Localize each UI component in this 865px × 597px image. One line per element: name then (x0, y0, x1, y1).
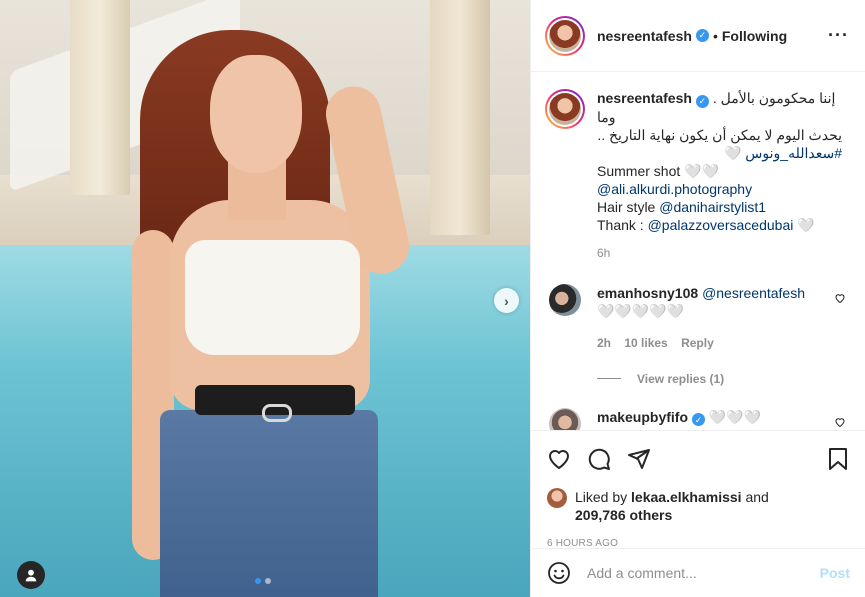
model-face (210, 55, 302, 173)
more-horizontal-icon[interactable]: ··· (828, 25, 849, 46)
post-actions: Liked by lekaa.elkhamissi and 209,786 ot… (531, 432, 865, 549)
belt-buckle (262, 404, 292, 422)
liked-by-user[interactable]: lekaa.elkhamissi (631, 489, 742, 505)
separator: • (712, 27, 718, 44)
caption-avatar[interactable] (545, 89, 585, 129)
comment-avatar[interactable] (549, 283, 581, 316)
avatar[interactable] (545, 15, 585, 56)
column-left (70, 0, 130, 195)
comment-text: 🤍🤍🤍 (708, 408, 762, 425)
caption-text-line2: يحدث اليوم لا يمكن أن يكون نهاية التاريخ… (597, 126, 842, 143)
carousel-dot (255, 578, 261, 584)
comment-username[interactable]: emanhosny108 (597, 285, 698, 301)
liked-by-and: and (741, 489, 769, 505)
share-send-icon[interactable] (627, 447, 651, 471)
verified-icon: ✓ (695, 29, 709, 42)
tagged-users-button[interactable] (17, 561, 45, 589)
post-header: nesreentafesh ✓ • Following ··· (531, 0, 865, 72)
white-top (185, 240, 360, 355)
user-icon (25, 569, 37, 582)
comment: makeupbyfifo ✓ 🤍🤍🤍 (545, 407, 850, 430)
caption-hashtag[interactable]: #سعدالله_ونوس 🤍 (597, 144, 842, 162)
comment-text: 🤍🤍🤍🤍🤍 (597, 302, 685, 319)
view-replies-label: View replies (1) (637, 371, 725, 386)
following-button[interactable]: Following (722, 28, 787, 44)
caption-summer: Summer shot 🤍🤍 (597, 162, 720, 179)
post-button[interactable]: Post (820, 565, 850, 581)
jeans (160, 410, 378, 597)
bookmark-icon[interactable] (826, 447, 850, 471)
comment: emanhosny108 @nesreentafesh 🤍🤍🤍🤍🤍 2h 10 … (545, 283, 850, 352)
hair-label: Hair style (597, 198, 660, 215)
post-image[interactable]: › (0, 0, 530, 597)
liked-by-others[interactable]: 209,786 others (575, 507, 672, 523)
heart-icon[interactable] (834, 416, 846, 428)
chevron-right-icon: › (504, 292, 509, 309)
comment-time[interactable]: 2h (597, 336, 611, 350)
heart-icon[interactable] (834, 292, 846, 304)
caption-time[interactable]: 6h (597, 244, 842, 262)
hairstylist-mention[interactable]: @danihairstylist1 (659, 199, 766, 215)
venue-mention[interactable]: @palazzoversacedubai (648, 217, 794, 233)
view-replies-button[interactable]: View replies (1) (597, 372, 850, 386)
column-right (430, 0, 490, 235)
header-username[interactable]: nesreentafesh (597, 28, 692, 44)
photographer-mention[interactable]: @ali.alkurdi.photography (597, 180, 842, 198)
caption: nesreentafesh ✓ إننا محكومون بالأمل . وما… (545, 89, 850, 262)
liker-avatar[interactable] (547, 488, 567, 508)
like-heart-icon[interactable] (547, 447, 571, 471)
verified-icon: ✓ (692, 413, 706, 426)
next-image-button[interactable]: › (494, 288, 519, 313)
carousel-dots (255, 578, 271, 584)
comment-input[interactable] (587, 565, 820, 581)
verified-icon: ✓ (695, 94, 709, 108)
reply-button[interactable]: Reply (681, 336, 714, 350)
comment-likes[interactable]: 10 likes (624, 336, 667, 350)
comments-list[interactable]: nesreentafesh ✓ إننا محكومون بالأمل . وما… (531, 73, 865, 431)
post-side-panel: nesreentafesh ✓ • Following ··· nesreent… (530, 0, 865, 597)
carousel-dot (265, 578, 271, 584)
comment-avatar[interactable] (549, 407, 581, 430)
thank-label: Thank : (597, 216, 648, 233)
emoji-icon[interactable] (547, 561, 571, 585)
caption-username[interactable]: nesreentafesh (597, 90, 692, 106)
comment-bubble-icon[interactable] (587, 447, 611, 471)
comment-mention[interactable]: @nesreentafesh (702, 285, 805, 301)
add-comment-bar: Post (531, 548, 865, 597)
thank-emoji: 🤍 (793, 216, 815, 233)
liked-by-prefix: Liked by (575, 489, 632, 505)
comment-username[interactable]: makeupbyfifo (597, 409, 688, 425)
liked-by: Liked by lekaa.elkhamissi and 209,786 ot… (547, 488, 850, 524)
